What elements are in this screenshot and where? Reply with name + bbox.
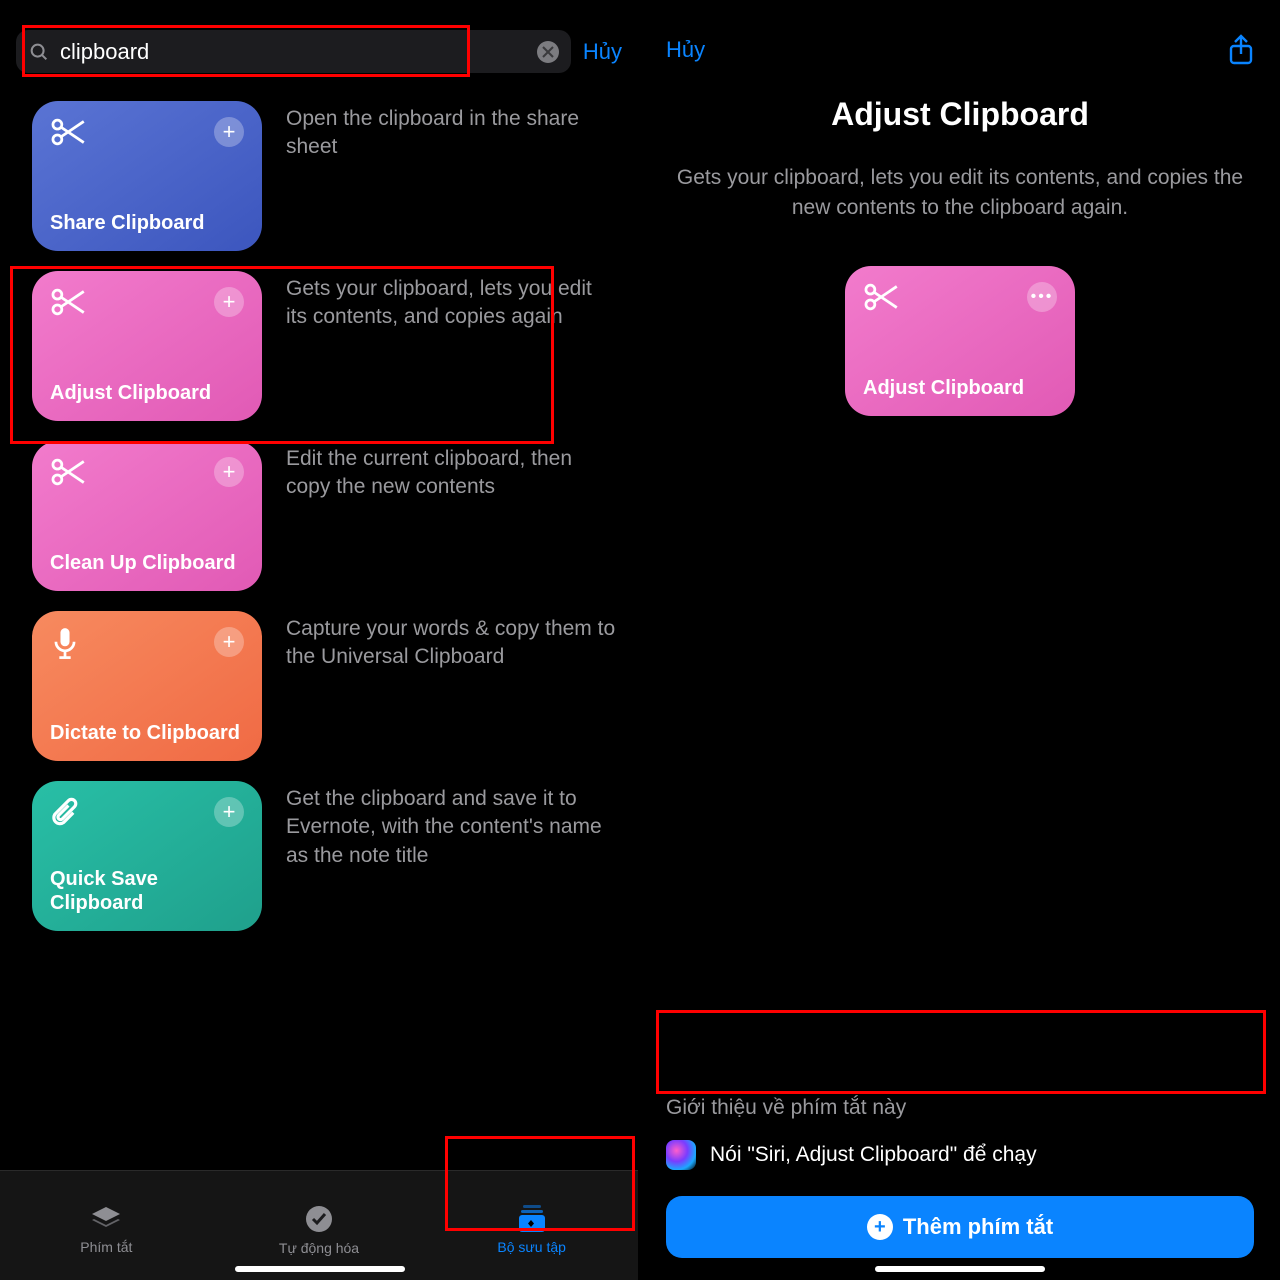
search-input[interactable]: clipboard [60,39,527,65]
detail-title-block: Adjust Clipboard [640,74,1280,145]
result-desc: Gets your clipboard, lets you edit its c… [286,271,616,332]
add-button-label: Thêm phím tắt [903,1214,1053,1240]
result-desc: Capture your words & copy them to the Un… [286,611,616,672]
intro-label: Giới thiệu về phím tắt này [666,1096,1254,1120]
gallery-search-screen: clipboard Hủy + Share Clipboard Open the… [0,0,640,1280]
shortcut-detail-screen: Hủy Adjust Clipboard Gets your clipboard… [640,0,1280,1280]
tab-shortcuts[interactable]: Phím tắt [0,1171,213,1280]
clock-check-icon [304,1204,334,1234]
search-results: + Share Clipboard Open the clipboard in … [0,81,638,1170]
cancel-button[interactable]: Hủy [666,37,705,63]
add-icon[interactable]: + [214,117,244,147]
result-row[interactable]: + Quick Save Clipboard Get the clipboard… [0,771,638,941]
siri-hint-text: Nói "Siri, Adjust Clipboard" để chạy [710,1143,1037,1167]
gallery-icon [517,1205,547,1233]
cancel-button[interactable]: Hủy [583,39,622,65]
scissors-icon [863,282,901,312]
shortcut-tile-quicksave-clipboard[interactable]: + Quick Save Clipboard [32,781,262,931]
mic-icon [50,627,80,661]
paperclip-icon [50,797,82,831]
tab-bar: Phím tắt Tự động hóa Bộ sưu tập [0,1170,638,1280]
tab-label: Phím tắt [80,1239,132,1255]
tile-label: Share Clipboard [50,211,244,235]
siri-hint-row: Nói "Siri, Adjust Clipboard" để chạy [666,1140,1254,1170]
tab-label: Bộ sưu tập [497,1239,566,1255]
result-desc: Open the clipboard in the share sheet [286,101,616,162]
detail-description: Gets your clipboard, lets you edit its c… [640,145,1280,224]
tab-gallery[interactable]: Bộ sưu tập [425,1171,638,1280]
result-desc: Edit the current clipboard, then copy th… [286,441,616,502]
result-desc: Get the clipboard and save it to Evernot… [286,781,616,870]
tile-label: Adjust Clipboard [50,381,244,405]
add-icon[interactable]: + [214,627,244,657]
page-title: Adjust Clipboard [666,96,1254,133]
shortcut-preview-tile[interactable]: ••• Adjust Clipboard [845,266,1075,416]
clear-icon[interactable] [537,41,559,63]
tile-label: Adjust Clipboard [863,376,1057,400]
tile-label: Clean Up Clipboard [50,551,244,575]
search-icon [28,41,50,63]
home-indicator [875,1266,1045,1272]
search-row: clipboard Hủy [0,0,638,81]
scissors-icon [50,457,88,487]
share-icon[interactable] [1228,34,1254,66]
detail-bottom: Giới thiệu về phím tắt này Nói "Siri, Ad… [640,1096,1280,1280]
tile-label: Dictate to Clipboard [50,721,244,745]
shortcut-tile-adjust-clipboard[interactable]: + Adjust Clipboard [32,271,262,421]
shortcut-tile-share-clipboard[interactable]: + Share Clipboard [32,101,262,251]
tab-label: Tự động hóa [279,1240,359,1256]
home-indicator [235,1266,405,1272]
tab-automation[interactable]: Tự động hóa [213,1171,426,1280]
add-icon[interactable]: + [214,457,244,487]
search-box[interactable]: clipboard [16,30,571,73]
add-icon[interactable]: + [214,797,244,827]
add-shortcut-button[interactable]: + Thêm phím tắt [666,1196,1254,1258]
shortcut-tile-cleanup-clipboard[interactable]: + Clean Up Clipboard [32,441,262,591]
result-row[interactable]: + Share Clipboard Open the clipboard in … [0,91,638,261]
scissors-icon [50,117,88,147]
shortcut-tile-dictate-clipboard[interactable]: + Dictate to Clipboard [32,611,262,761]
tile-label: Quick Save Clipboard [50,867,244,915]
scissors-icon [50,287,88,317]
siri-icon [666,1140,696,1170]
layers-icon [90,1205,122,1233]
result-row[interactable]: + Dictate to Clipboard Capture your word… [0,601,638,771]
plus-icon: + [867,1214,893,1240]
add-icon[interactable]: + [214,287,244,317]
result-row[interactable]: + Clean Up Clipboard Edit the current cl… [0,431,638,601]
result-row[interactable]: + Adjust Clipboard Gets your clipboard, … [0,261,638,431]
detail-header: Hủy [640,0,1280,74]
more-icon[interactable]: ••• [1027,282,1057,312]
